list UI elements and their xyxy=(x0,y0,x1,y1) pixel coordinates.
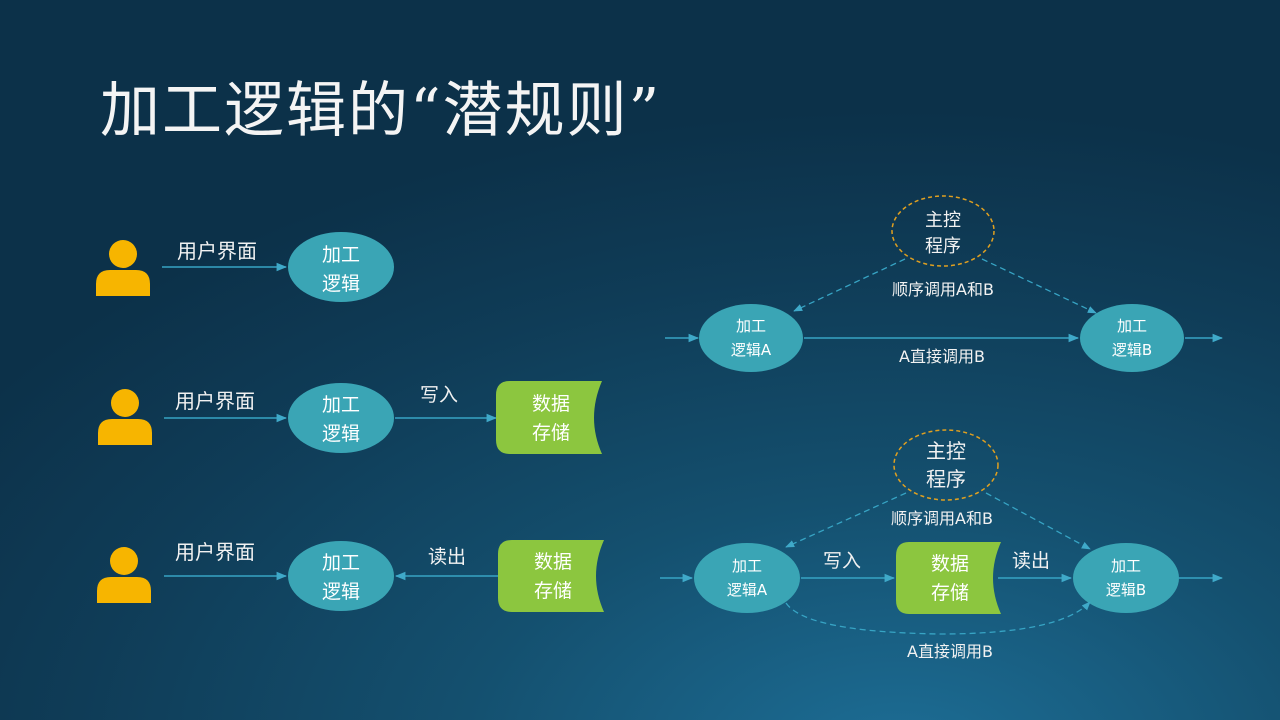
user-interface-label: 用户界面 xyxy=(177,239,257,263)
logic-a-label-line2: 逻辑A xyxy=(727,581,768,599)
storage-node: 数据 存储 xyxy=(896,542,1001,614)
storage-node: 数据 存储 xyxy=(498,540,604,612)
sequential-call-label: 顺序调用A和B xyxy=(892,280,994,299)
logic-b-label-line2: 逻辑B xyxy=(1112,341,1152,359)
master-label-line2: 程序 xyxy=(925,236,961,257)
logic-label-line1: 加工 xyxy=(322,244,360,266)
call-diagram-direct: 主控 程序 顺序调用A和B 加工 逻辑A A直接调用B 加工 逻辑B xyxy=(665,195,1224,372)
logic-label-line2: 逻辑 xyxy=(322,423,360,445)
diagram-canvas: 用户界面 加工 逻辑 用户界面 加工 逻辑 写入 数据 存储 用户界面 加工 逻… xyxy=(96,195,1224,661)
master-label-line2: 程序 xyxy=(926,467,966,491)
logic-b-label-line2: 逻辑B xyxy=(1106,581,1146,599)
master-label-line1: 主控 xyxy=(926,439,966,463)
arrow-master-to-a xyxy=(793,258,906,312)
master-label-line1: 主控 xyxy=(925,210,961,231)
logic-label-line2: 逻辑 xyxy=(322,273,360,295)
logic-node: 加工 逻辑 xyxy=(288,541,394,611)
logic-a-node: 加工 逻辑A xyxy=(699,304,803,372)
user-icon xyxy=(97,547,151,603)
logic-b-node: 加工 逻辑B xyxy=(1080,304,1184,372)
logic-node: 加工 逻辑 xyxy=(288,232,394,302)
read-label: 读出 xyxy=(1012,550,1050,572)
master-program-node: 主控 程序 xyxy=(893,429,999,501)
logic-b-label-line1: 加工 xyxy=(1117,317,1147,335)
storage-label-line2: 存储 xyxy=(534,580,572,602)
arrow-master-to-b xyxy=(981,258,1097,314)
row-2: 用户界面 加工 逻辑 写入 数据 存储 xyxy=(98,381,602,454)
user-icon xyxy=(98,389,152,445)
direct-call-label: A直接调用B xyxy=(899,347,985,366)
arrow-master-to-b xyxy=(985,492,1091,550)
storage-label-line1: 数据 xyxy=(931,553,969,575)
read-label: 读出 xyxy=(428,546,466,568)
storage-label-line2: 存储 xyxy=(931,582,969,604)
user-interface-label: 用户界面 xyxy=(175,389,255,413)
storage-label-line1: 数据 xyxy=(532,393,570,415)
logic-a-label-line1: 加工 xyxy=(732,557,762,575)
arrow-master-to-a xyxy=(785,492,907,548)
user-interface-label: 用户界面 xyxy=(175,540,255,564)
write-label: 写入 xyxy=(823,550,861,572)
row-3: 用户界面 加工 逻辑 读出 数据 存储 xyxy=(97,540,604,612)
write-label: 写入 xyxy=(420,384,458,406)
logic-a-label-line2: 逻辑A xyxy=(731,341,772,359)
master-program-node: 主控 程序 xyxy=(891,195,995,267)
logic-b-label-line1: 加工 xyxy=(1111,557,1141,575)
user-icon xyxy=(96,240,150,296)
sequential-call-label: 顺序调用A和B xyxy=(891,509,993,528)
logic-node: 加工 逻辑 xyxy=(288,383,394,453)
call-diagram-storage: 主控 程序 顺序调用A和B 加工 逻辑A 写入 数据 存储 读出 加工 逻辑B … xyxy=(660,429,1224,661)
storage-label-line2: 存储 xyxy=(532,422,570,444)
storage-label-line1: 数据 xyxy=(534,551,572,573)
logic-label-line2: 逻辑 xyxy=(322,581,360,603)
direct-call-label: A直接调用B xyxy=(907,642,993,661)
logic-label-line1: 加工 xyxy=(322,552,360,574)
logic-label-line1: 加工 xyxy=(322,394,360,416)
logic-a-node: 加工 逻辑A xyxy=(694,543,800,613)
logic-a-label-line1: 加工 xyxy=(736,317,766,335)
storage-node: 数据 存储 xyxy=(496,381,602,454)
row-1: 用户界面 加工 逻辑 xyxy=(96,232,394,302)
